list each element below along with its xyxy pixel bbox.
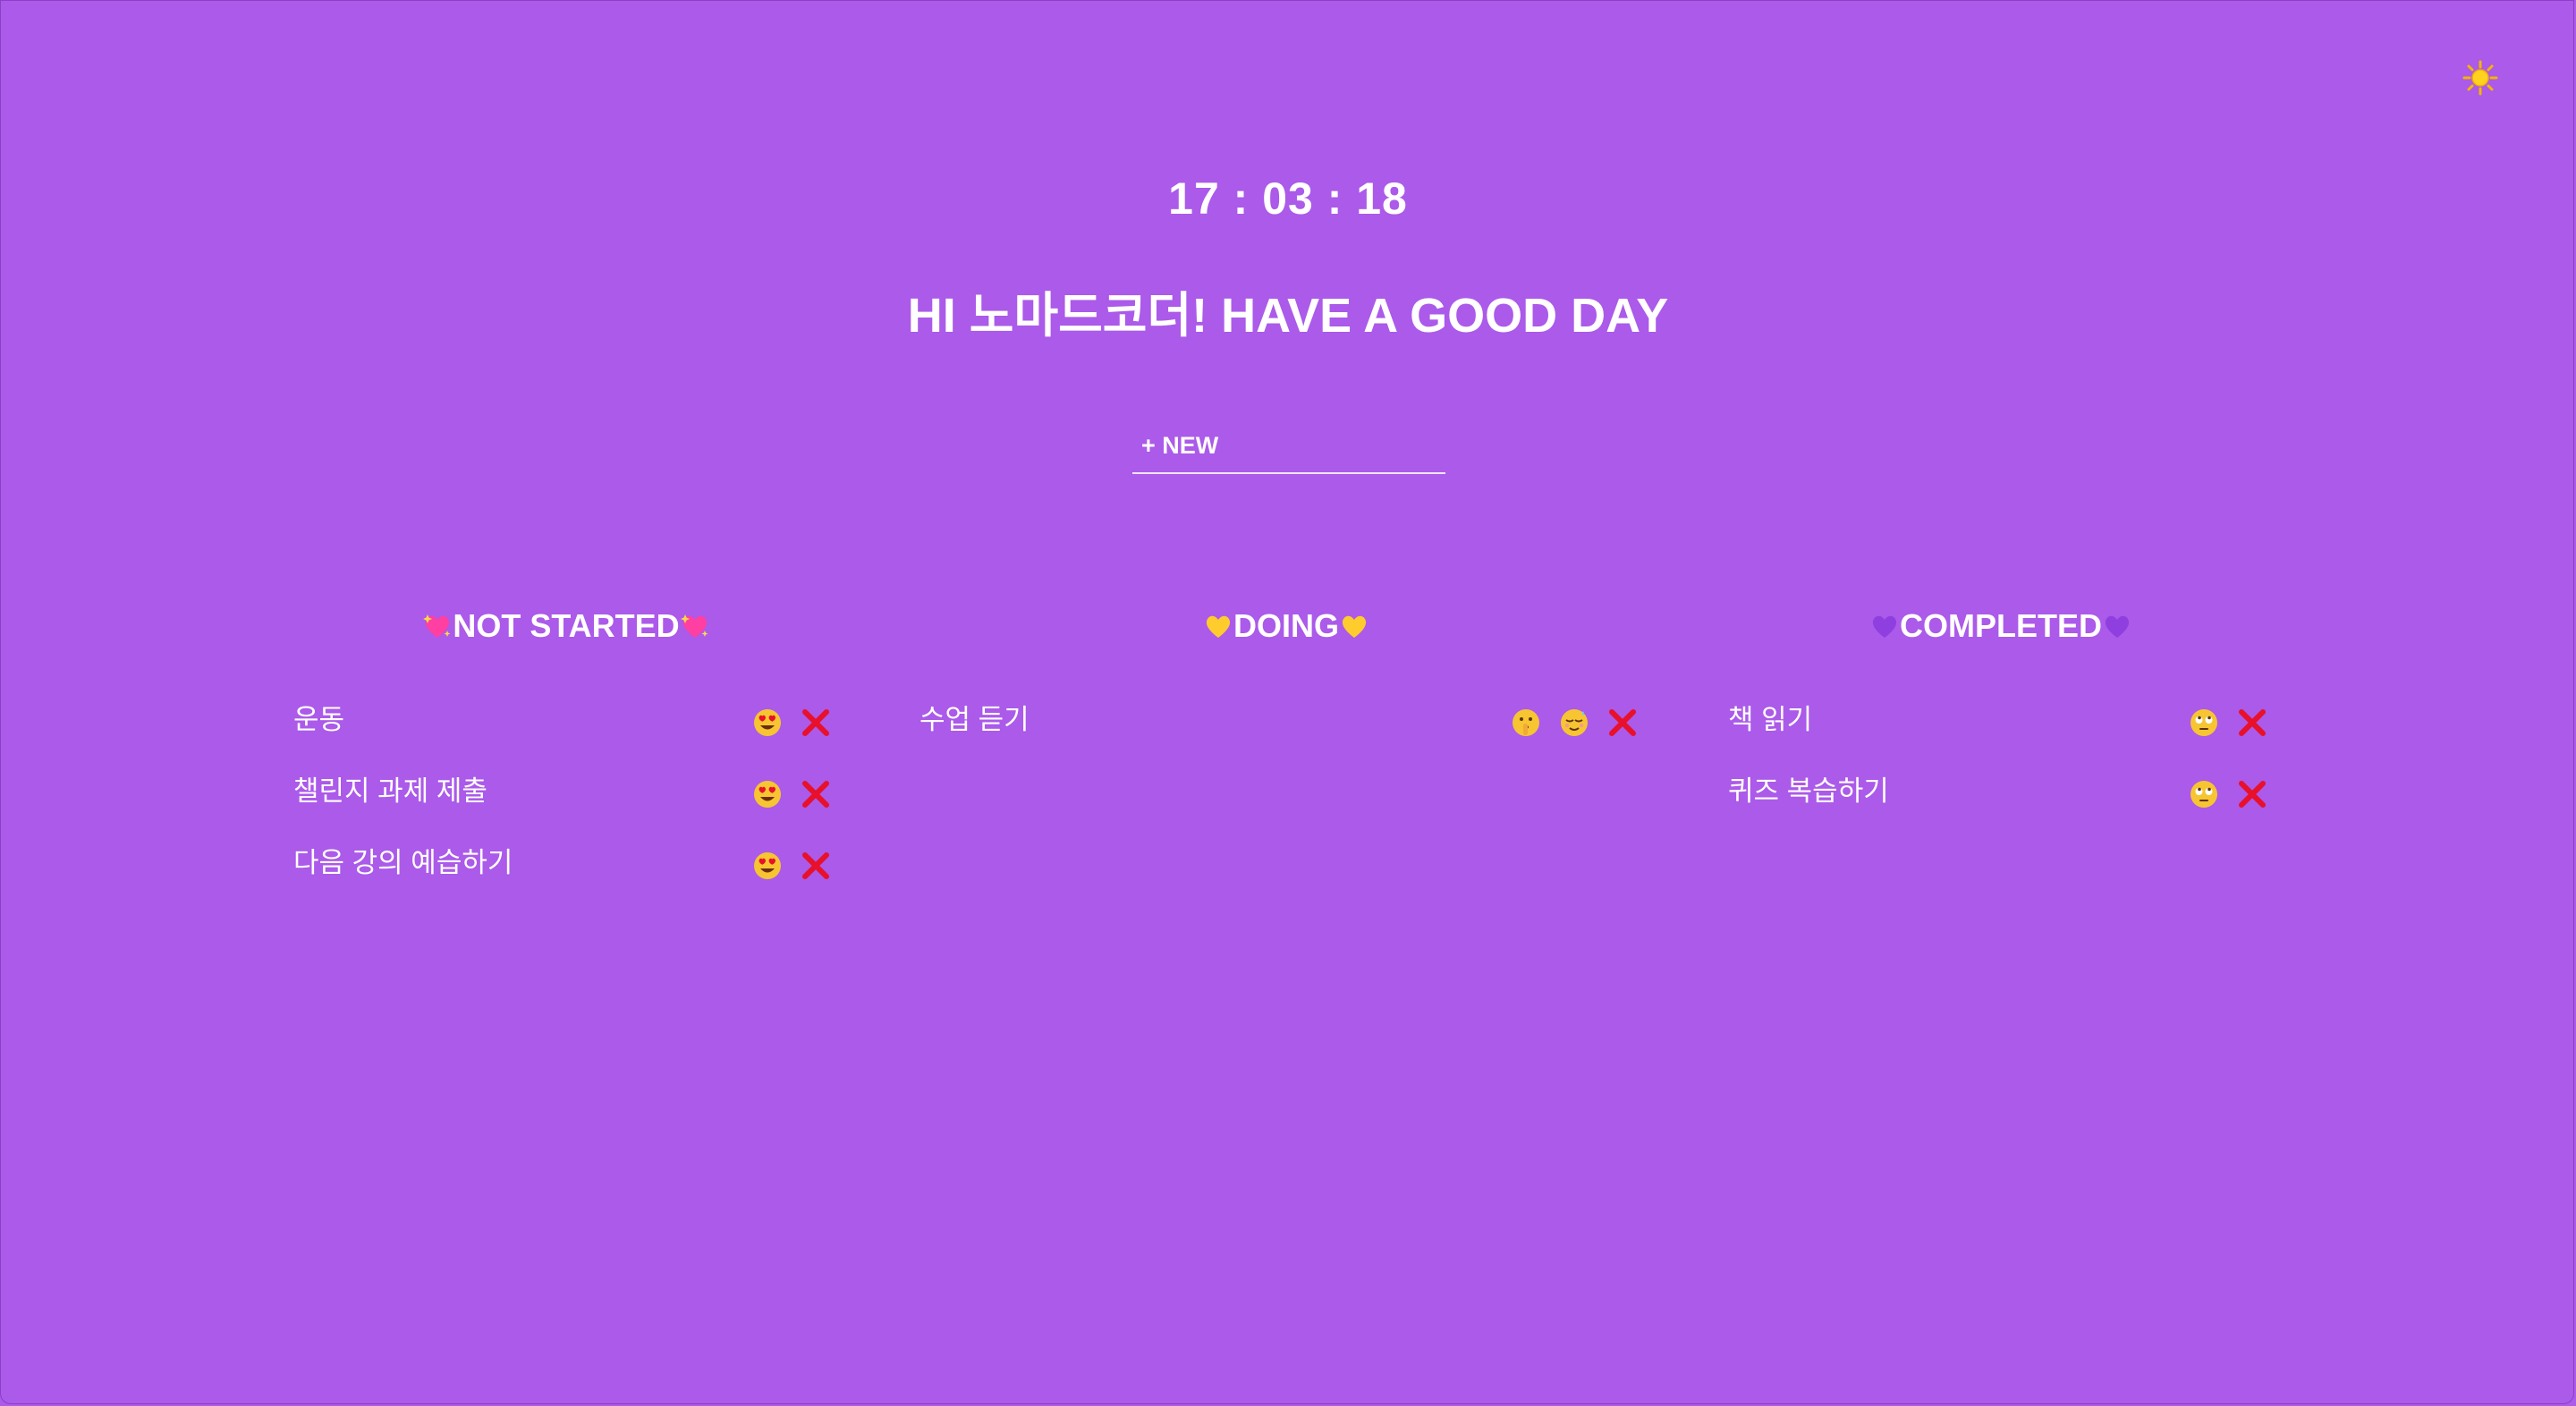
- task-item: 다음 강의 예습하기: [293, 841, 839, 885]
- kanban-board: NOT STARTED 운동 챌린지 과제 제출 다음 강의 예습하기 DOIN…: [0, 601, 2576, 923]
- delete-task-button[interactable]: [800, 778, 832, 810]
- task-text: 다음 강의 예습하기: [293, 847, 513, 878]
- yellow-heart-icon: [1203, 611, 1233, 641]
- delete-task-button[interactable]: [800, 850, 832, 882]
- heart-eyes-icon: [754, 709, 781, 736]
- move-to-not-started-button[interactable]: [1510, 707, 1542, 739]
- new-todo-input[interactable]: [1132, 419, 1445, 474]
- clock: 17 : 03 : 18: [1168, 174, 1408, 224]
- task-text: 퀴즈 복습하기: [1728, 775, 1889, 807]
- column-title-label: COMPLETED: [1899, 607, 2102, 644]
- delete-task-button[interactable]: [1606, 707, 1639, 739]
- move-to-completed-button[interactable]: [1558, 707, 1590, 739]
- task-item: 수업 듣기: [919, 698, 1644, 742]
- move-to-doing-button[interactable]: [751, 707, 784, 739]
- cross-mark-icon: [802, 709, 829, 736]
- sun-icon: [2462, 60, 2498, 96]
- theme-toggle-button[interactable]: [2462, 59, 2499, 97]
- cross-mark-icon: [1609, 709, 1636, 736]
- cross-mark-icon: [802, 781, 829, 808]
- cross-mark-icon: [802, 852, 829, 879]
- delete-task-button[interactable]: [800, 707, 832, 739]
- heart-eyes-icon: [754, 852, 781, 879]
- purple-heart-icon: [1869, 611, 1900, 641]
- task-item: 운동: [293, 698, 839, 742]
- task-text: 수업 듣기: [919, 704, 1030, 735]
- column-title-not-started: NOT STARTED: [293, 601, 839, 651]
- cross-mark-icon: [2239, 781, 2266, 808]
- move-back-button[interactable]: [2188, 707, 2220, 739]
- task-item: 퀴즈 복습하기: [1728, 769, 2283, 814]
- delete-task-button[interactable]: [2236, 778, 2268, 810]
- task-text: 운동: [293, 704, 345, 735]
- shushing-face-icon: [1513, 709, 1539, 736]
- task-text: 챌린지 과제 제출: [293, 775, 487, 807]
- column-title-label: DOING: [1233, 607, 1339, 644]
- task-text: 책 읽기: [1728, 704, 1813, 735]
- heart-eyes-icon: [754, 781, 781, 808]
- task-item: 책 읽기: [1728, 698, 2283, 742]
- cross-mark-icon: [2239, 709, 2266, 736]
- greeting-title: HI 노마드코더! HAVE A GOOD DAY: [907, 289, 1669, 343]
- delete-task-button[interactable]: [2236, 707, 2268, 739]
- sparkling-heart-icon: [680, 611, 710, 641]
- move-back-button[interactable]: [2188, 778, 2220, 810]
- yellow-heart-icon: [1339, 611, 1369, 641]
- face-with-rolling-eyes-icon: [2190, 709, 2217, 736]
- column-title-completed: COMPLETED: [1728, 601, 2274, 651]
- purple-heart-icon: [2102, 611, 2132, 641]
- column-title-doing: DOING: [919, 601, 1653, 651]
- task-item: 챌린지 과제 제출: [293, 769, 839, 814]
- relieved-face-icon: [1561, 709, 1588, 736]
- face-with-rolling-eyes-icon: [2190, 781, 2217, 808]
- move-to-doing-button[interactable]: [751, 850, 784, 882]
- move-to-doing-button[interactable]: [751, 778, 784, 810]
- column-title-label: NOT STARTED: [453, 607, 680, 644]
- sparkling-heart-icon: [422, 611, 453, 641]
